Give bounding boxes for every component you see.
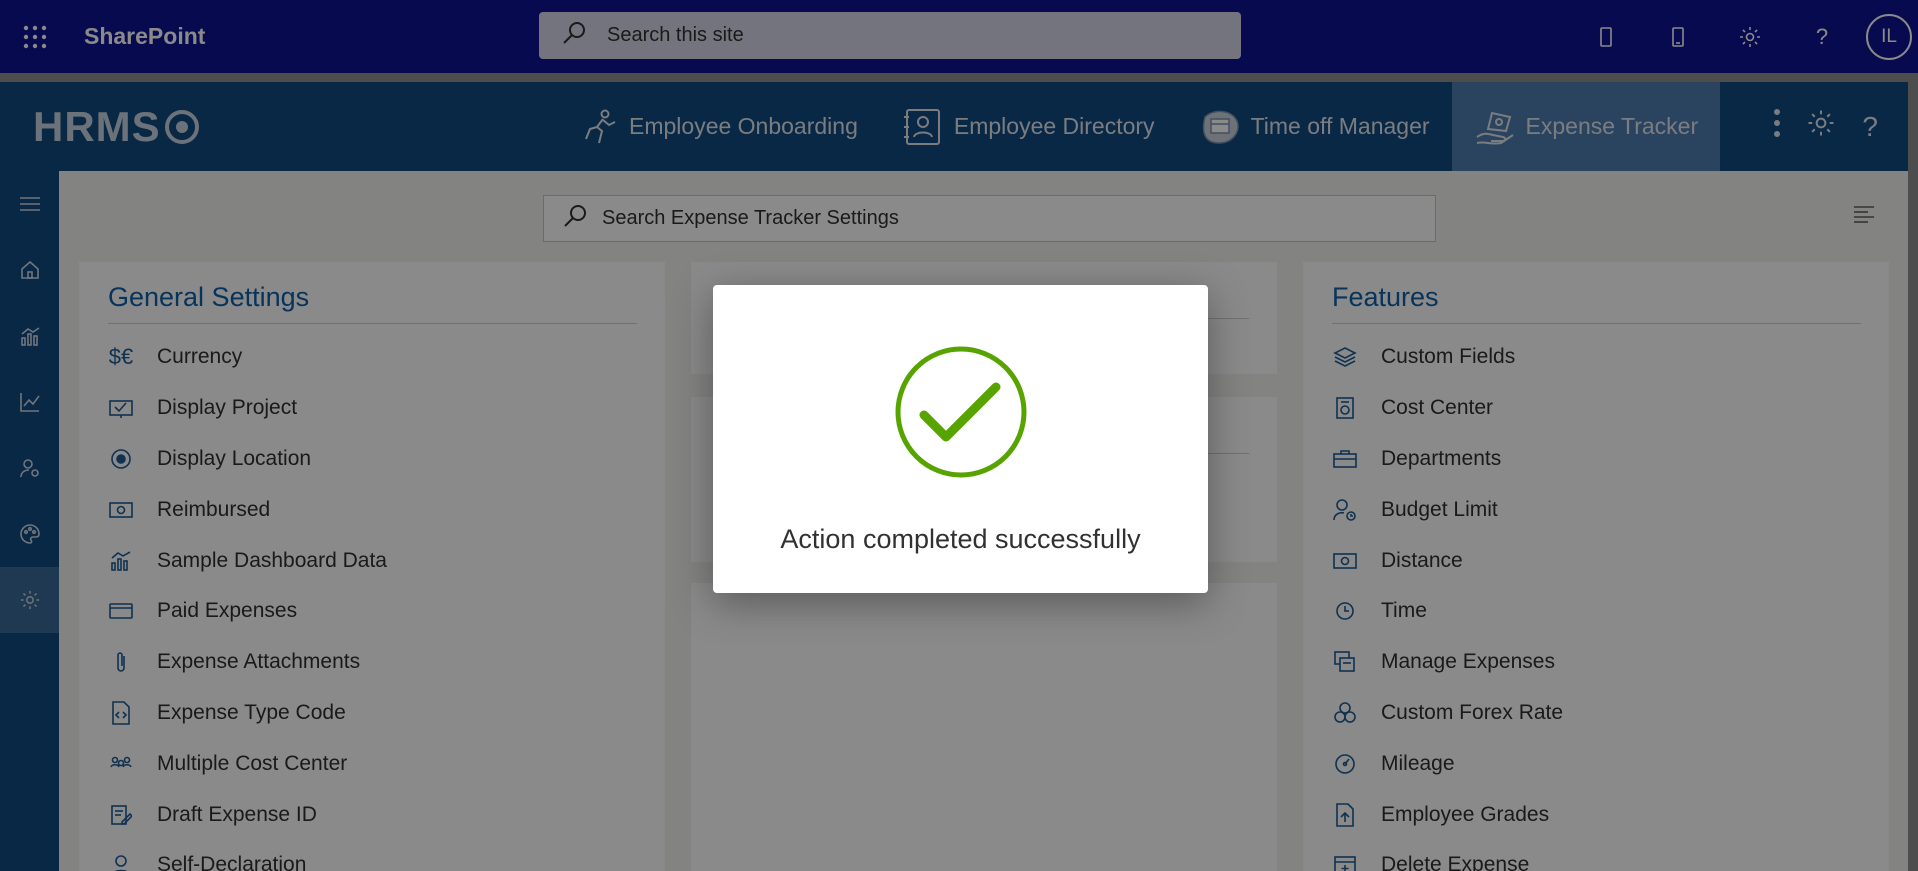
success-check-icon — [894, 345, 1028, 484]
success-dialog: Action completed successfully — [713, 285, 1208, 593]
success-message: Action completed successfully — [780, 524, 1141, 554]
